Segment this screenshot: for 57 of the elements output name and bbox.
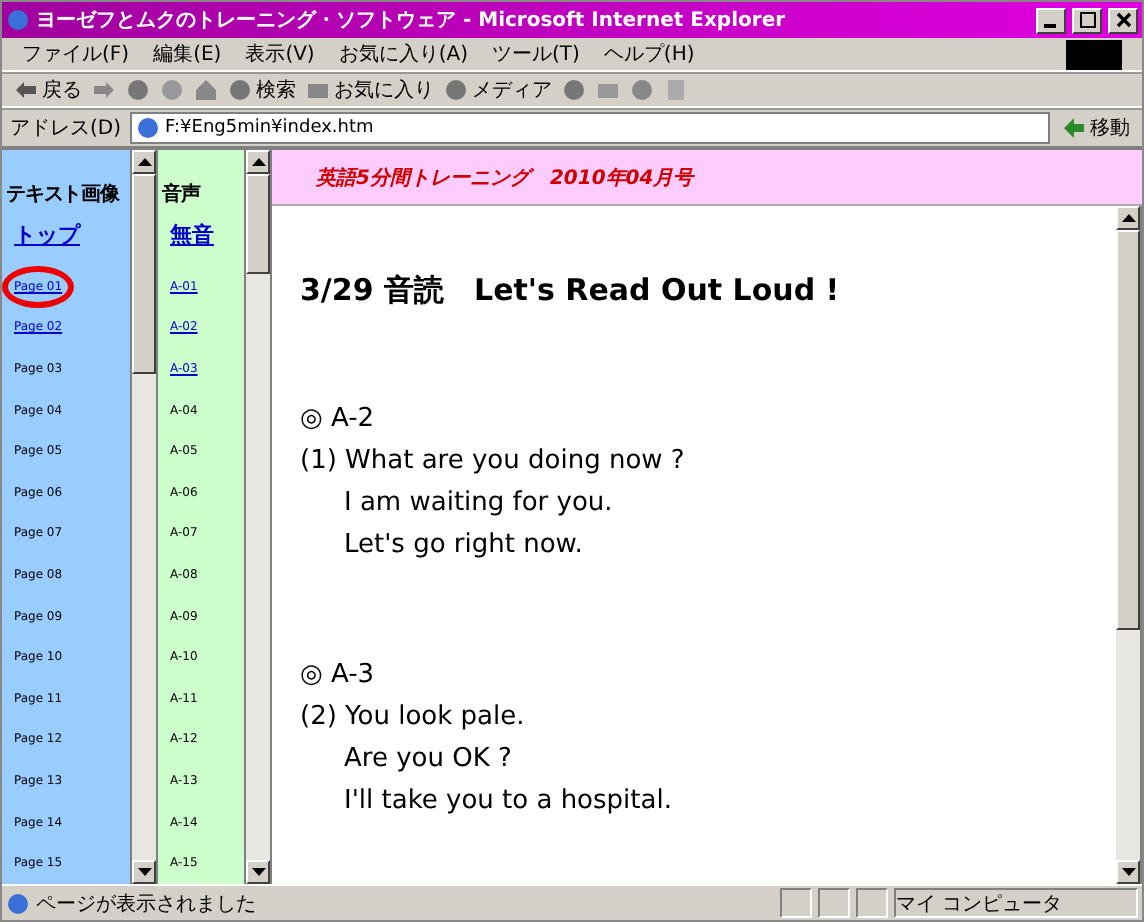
close-button[interactable] [1108, 7, 1138, 33]
scroll-up-button[interactable] [132, 150, 156, 174]
back-arrow-icon [14, 78, 38, 102]
scroll-up-button[interactable] [246, 150, 270, 174]
lesson-heading: 3/29 音読 Let's Read Out Loud ! [300, 272, 842, 310]
down-arrow-icon [137, 868, 151, 876]
media-button[interactable]: メディア [444, 76, 552, 104]
forward-arrow-icon [92, 78, 116, 102]
maximize-icon [1079, 12, 1095, 28]
scroll-down-button[interactable] [246, 860, 270, 884]
frame-heading: テキスト画像 [6, 181, 122, 210]
scroll-down-button[interactable] [1116, 860, 1140, 884]
menu-item[interactable]: ヘルプ(H) [603, 40, 695, 68]
minimize-button[interactable] [1036, 7, 1066, 33]
up-arrow-icon [137, 158, 151, 166]
answer-line: Let's go right now. [342, 528, 585, 564]
favorites-button[interactable]: お気に入り [306, 76, 434, 104]
menu-item[interactable]: お気に入り(A) [338, 40, 468, 68]
window-title: ヨーゼフとムクのトレーニング・ソフトウェア - Microsoft Internet Explorer [36, 8, 788, 34]
down-arrow-icon [251, 868, 265, 876]
down-arrow-icon [1121, 868, 1135, 876]
go-arrow-icon [1062, 116, 1086, 140]
back-button[interactable]: 戻る [14, 76, 82, 104]
answer-line: Are you OK ? [342, 742, 514, 778]
scrollbar[interactable] [132, 150, 158, 884]
answer-line: I am waiting for you. [342, 486, 615, 522]
top-link[interactable]: 無音 [170, 220, 244, 266]
address-label: アドレス(D) [10, 116, 122, 142]
close-icon [1115, 12, 1131, 28]
frame-heading: 音声 [162, 180, 203, 210]
up-arrow-icon [251, 158, 265, 166]
security-zone: マイ コンピュータ [894, 888, 1138, 918]
scroll-thumb[interactable] [1116, 230, 1140, 630]
menu-item[interactable]: ツール(T) [492, 40, 580, 68]
go-button[interactable]: 移動 [1058, 114, 1134, 142]
answer-line: I'll take you to a hospital. [342, 784, 674, 820]
scrollbar[interactable] [246, 150, 272, 884]
home-icon [194, 78, 218, 102]
maximize-button[interactable] [1072, 7, 1102, 33]
scroll-thumb[interactable] [132, 174, 156, 374]
section-title: ◎ A-2 [300, 402, 377, 438]
address-field[interactable]: F:¥Eng5min¥index.htm [129, 112, 1050, 144]
section-title: ◎ A-3 [300, 658, 377, 694]
scroll-down-button[interactable] [132, 860, 156, 884]
question-line: (2) You look pale. [300, 700, 527, 736]
search-button[interactable]: 検索 [228, 76, 296, 104]
top-link[interactable]: トップ [14, 220, 130, 266]
status-message: ページが表示されました [36, 891, 258, 917]
scrollbar[interactable] [1116, 206, 1142, 884]
banner-title: 英語5分間トレーニング 2010年04月号 [316, 165, 694, 191]
scroll-thumb[interactable] [246, 174, 270, 274]
menu-item[interactable]: 表示(V) [245, 40, 315, 68]
question-line: (1) What are you doing now ? [300, 444, 687, 480]
scroll-up-button[interactable] [1116, 206, 1140, 230]
menu-item[interactable]: ファイル(F) [22, 40, 130, 68]
menu-item[interactable]: 編集(E) [153, 40, 222, 68]
up-arrow-icon [1121, 214, 1135, 222]
